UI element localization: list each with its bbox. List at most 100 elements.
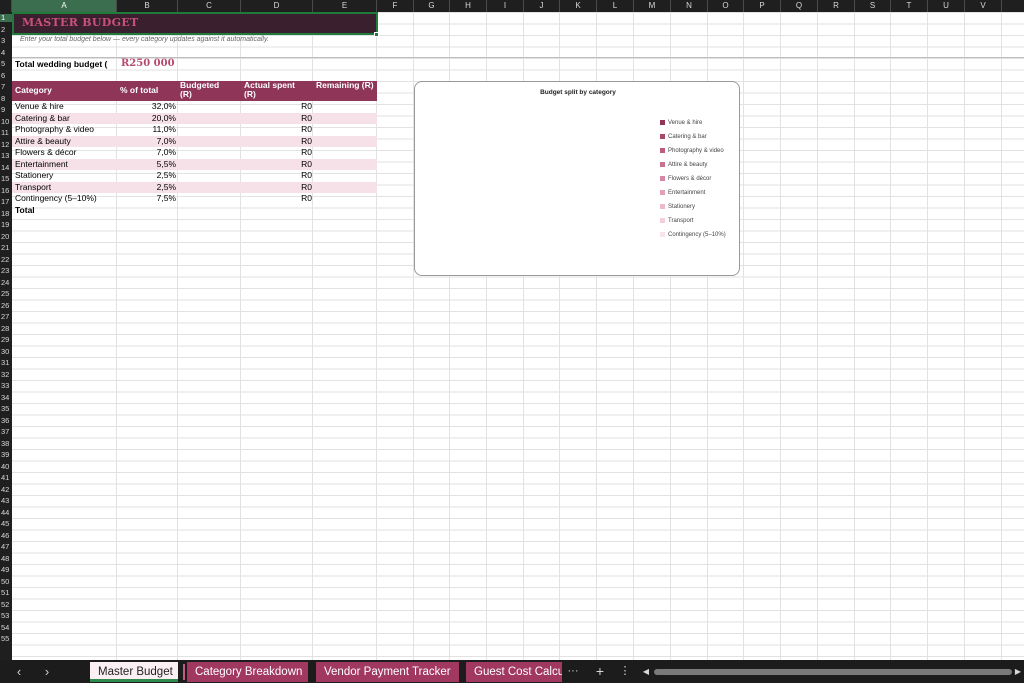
add-sheet-icon[interactable]: + xyxy=(591,660,609,683)
budget-pie-chart[interactable]: Budget split by category Venue & hire Cat… xyxy=(414,81,740,276)
category-cell[interactable]: Stationery xyxy=(15,170,115,182)
row-header-2[interactable]: 2 xyxy=(0,25,12,34)
header-remaining[interactable]: Remaining (R) xyxy=(316,81,376,90)
column-header-u[interactable]: U xyxy=(928,0,965,12)
more-tabs-icon[interactable]: ··· xyxy=(565,660,581,683)
category-cell[interactable]: Venue & hire xyxy=(15,101,115,113)
horizontal-scrollbar[interactable] xyxy=(654,669,1012,675)
column-header-f[interactable]: F xyxy=(377,0,414,12)
column-header-g[interactable]: G xyxy=(414,0,450,12)
row-header-41[interactable]: 41 xyxy=(0,474,12,482)
actual-cell[interactable]: R0 xyxy=(244,170,312,182)
column-header-a[interactable]: A xyxy=(12,0,117,12)
pct-cell[interactable]: 5,5% xyxy=(118,159,176,171)
hscroll-right-icon[interactable]: ▶ xyxy=(1012,660,1024,683)
column-header-s[interactable]: S xyxy=(855,0,891,12)
row-header-1[interactable]: 1 xyxy=(0,14,12,22)
column-header-b[interactable]: B xyxy=(117,0,178,12)
row-header-24[interactable]: 24 xyxy=(0,278,12,287)
total-row-label[interactable]: Total xyxy=(15,205,35,217)
column-header-d[interactable]: D xyxy=(241,0,313,12)
actual-cell[interactable]: R0 xyxy=(244,159,312,171)
actual-cell[interactable]: R0 xyxy=(244,136,312,148)
row-header-47[interactable]: 47 xyxy=(0,543,12,551)
pct-cell[interactable]: 2,5% xyxy=(118,182,176,194)
row-header-36[interactable]: 36 xyxy=(0,416,12,425)
row-header-34[interactable]: 34 xyxy=(0,393,12,402)
row-header-53[interactable]: 53 xyxy=(0,612,12,620)
scroll-tabs-right-icon[interactable]: › xyxy=(36,660,58,683)
row-header-32[interactable]: 32 xyxy=(0,370,12,379)
header-category[interactable]: Category xyxy=(15,86,52,95)
row-header-13[interactable]: 13 xyxy=(0,152,12,160)
tab-guest-cost-calculator[interactable]: Guest Cost Calcu xyxy=(466,662,562,682)
row-header-33[interactable]: 33 xyxy=(0,382,12,390)
column-header-o[interactable]: O xyxy=(708,0,744,12)
row-header-6[interactable]: 6 xyxy=(0,71,12,80)
row-header-42[interactable]: 42 xyxy=(0,485,12,494)
column-header-h[interactable]: H xyxy=(450,0,487,12)
tab-vendor-payment-tracker[interactable]: Vendor Payment Tracker xyxy=(316,662,459,682)
row-header-45[interactable]: 45 xyxy=(0,520,12,528)
row-header-10[interactable]: 10 xyxy=(0,117,12,126)
category-cell[interactable]: Attire & beauty xyxy=(15,136,115,148)
row-header-3[interactable]: 3 xyxy=(0,37,12,45)
category-cell[interactable]: Flowers & décor xyxy=(15,147,115,159)
row-header-23[interactable]: 23 xyxy=(0,267,12,275)
row-header-17[interactable]: 17 xyxy=(0,198,12,206)
row-header-55[interactable]: 55 xyxy=(0,635,12,643)
actual-cell[interactable]: R0 xyxy=(244,113,312,125)
sheet-menu-icon[interactable]: ⋮ xyxy=(618,660,632,683)
row-header-50[interactable]: 50 xyxy=(0,577,12,586)
row-header-15[interactable]: 15 xyxy=(0,175,12,183)
row-header-7[interactable]: 7 xyxy=(0,83,12,91)
row-header-26[interactable]: 26 xyxy=(0,301,12,310)
row-header-43[interactable]: 43 xyxy=(0,497,12,505)
pct-cell[interactable]: 2,5% xyxy=(118,170,176,182)
column-header-l[interactable]: L xyxy=(597,0,634,12)
row-header-54[interactable]: 54 xyxy=(0,623,12,632)
pct-cell[interactable]: 20,0% xyxy=(118,113,176,125)
row-header-37[interactable]: 37 xyxy=(0,428,12,436)
category-cell[interactable]: Catering & bar xyxy=(15,113,115,125)
row-header-44[interactable]: 44 xyxy=(0,508,12,517)
row-header-35[interactable]: 35 xyxy=(0,405,12,413)
actual-cell[interactable]: R0 xyxy=(244,101,312,113)
tab-category-breakdown[interactable]: Category Breakdown xyxy=(187,662,308,682)
row-header-5[interactable]: 5 xyxy=(0,60,12,68)
actual-cell[interactable]: R0 xyxy=(244,147,312,159)
row-header-16[interactable]: 16 xyxy=(0,186,12,195)
column-header-k[interactable]: K xyxy=(560,0,597,12)
row-header-22[interactable]: 22 xyxy=(0,255,12,264)
total-budget-input[interactable]: R250 000 xyxy=(121,57,175,70)
row-header-12[interactable]: 12 xyxy=(0,140,12,149)
pct-cell[interactable]: 7,0% xyxy=(118,147,176,159)
row-header-40[interactable]: 40 xyxy=(0,462,12,471)
pct-cell[interactable]: 7,0% xyxy=(118,136,176,148)
category-cell[interactable]: Photography & video xyxy=(15,124,115,136)
row-header-21[interactable]: 21 xyxy=(0,244,12,252)
select-all-corner[interactable] xyxy=(0,0,12,12)
row-header-20[interactable]: 20 xyxy=(0,232,12,241)
row-header-48[interactable]: 48 xyxy=(0,554,12,563)
row-header-18[interactable]: 18 xyxy=(0,209,12,218)
row-header-25[interactable]: 25 xyxy=(0,290,12,298)
row-header-8[interactable]: 8 xyxy=(0,94,12,103)
category-cell[interactable]: Entertainment xyxy=(15,159,115,171)
column-header-p[interactable]: P xyxy=(744,0,781,12)
row-header-4[interactable]: 4 xyxy=(0,48,12,57)
column-header-i[interactable]: I xyxy=(487,0,524,12)
row-header-39[interactable]: 39 xyxy=(0,451,12,459)
column-header-q[interactable]: Q xyxy=(781,0,818,12)
column-header-c[interactable]: C xyxy=(178,0,241,12)
row-header-11[interactable]: 11 xyxy=(0,129,12,137)
row-header-52[interactable]: 52 xyxy=(0,600,12,609)
pct-cell[interactable]: 7,5% xyxy=(118,193,176,205)
column-header-r[interactable]: R xyxy=(818,0,855,12)
header-budgeted[interactable]: Budgeted (R) xyxy=(180,81,232,99)
column-header-v[interactable]: V xyxy=(965,0,1002,12)
column-header-m[interactable]: M xyxy=(634,0,671,12)
row-header-9[interactable]: 9 xyxy=(0,106,12,114)
scroll-tabs-left-icon[interactable]: ‹ xyxy=(8,660,30,683)
row-header-19[interactable]: 19 xyxy=(0,221,12,229)
